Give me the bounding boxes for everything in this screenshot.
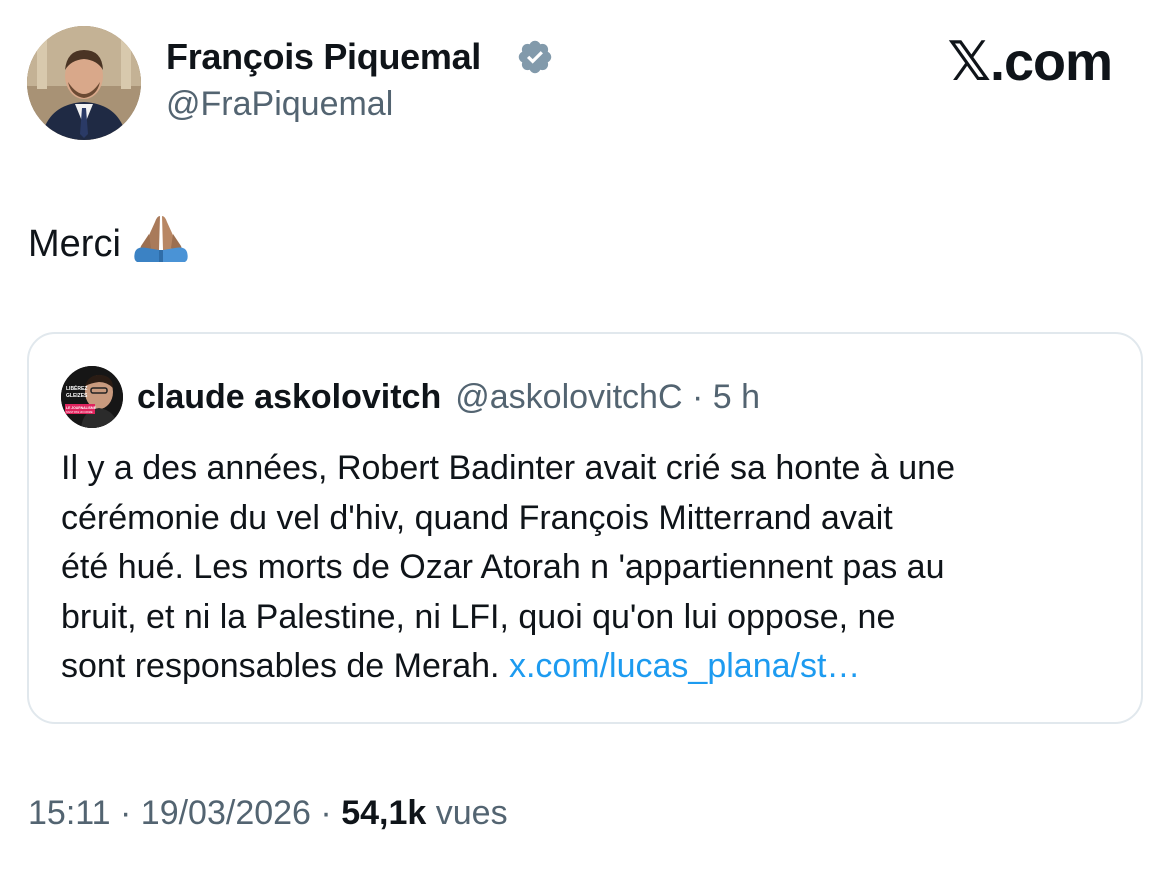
quoted-text-line: bruit, et ni la Palestine, ni LFI, quoi …	[61, 597, 896, 636]
brand-watermark: 𝕏.com	[947, 32, 1113, 92]
quoted-text-line: sont responsables de Merah.	[61, 647, 500, 685]
avatar-overlay-text-2: GLEIZES	[66, 393, 88, 399]
verified-badge-icon	[518, 40, 552, 74]
tweet-text: Merci	[28, 212, 191, 266]
quoted-text-last-line: sont responsables de Merah. x.com/lucas_…	[61, 642, 1121, 692]
avatar-overlay-text-1: LIBÉREZ	[66, 384, 87, 392]
tweet-meta: 15:11 · 19/03/2026 · 54,1k vues	[28, 794, 508, 833]
author-handle[interactable]: @FraPiquemal	[166, 85, 393, 124]
quoted-tweet-link[interactable]: x.com/lucas_plana/st…	[509, 647, 861, 685]
folded-hands-icon	[134, 216, 188, 262]
quoted-tweet-header: claude askolovitch @askolovitchC · 5 h	[137, 378, 760, 417]
author-avatar-image	[27, 26, 141, 140]
quoted-text-line: été hué. Les morts de Ozar Atorah n 'app…	[61, 548, 945, 586]
meta-separator: ·	[120, 794, 132, 832]
quoted-author-name[interactable]: claude askolovitch	[137, 378, 441, 416]
quoted-author-handle[interactable]: @askolovitchC	[455, 378, 682, 416]
author-name[interactable]: François Piquemal	[166, 36, 481, 78]
views-label: vues	[435, 794, 508, 832]
tweet-time[interactable]: 15:11	[28, 794, 111, 832]
quoted-author-avatar[interactable]: LIBÉREZ GLEIZES LE JOURNALISME N'EST PAS…	[61, 366, 123, 428]
quoted-avatar-image: LIBÉREZ GLEIZES LE JOURNALISME N'EST PAS…	[61, 366, 123, 428]
quoted-text-line: Il y a des années, Robert Badinter avait…	[61, 449, 955, 487]
avatar-overlay-text-3: LE JOURNALISME	[66, 406, 97, 410]
views-count[interactable]: 54,1k	[341, 794, 426, 832]
avatar-overlay-text-4: N'EST PAS UN CRIME	[66, 410, 93, 414]
header-separator: ·	[691, 378, 704, 416]
tweet-screenshot: François Piquemal @FraPiquemal 𝕏.com Mer…	[0, 0, 1170, 870]
author-avatar[interactable]	[27, 26, 141, 140]
quoted-tweet-body: Il y a des années, Robert Badinter avait…	[61, 444, 1121, 692]
quoted-text-line: cérémonie du vel d'hiv, quand François M…	[61, 498, 893, 537]
quoted-tweet-time[interactable]: 5 h	[713, 378, 760, 416]
tweet-text-content: Merci	[28, 223, 121, 265]
meta-separator: ·	[320, 794, 332, 832]
quoted-tweet-card[interactable]: LIBÉREZ GLEIZES LE JOURNALISME N'EST PAS…	[27, 332, 1143, 724]
tweet-date[interactable]: 19/03/2026	[141, 794, 311, 832]
